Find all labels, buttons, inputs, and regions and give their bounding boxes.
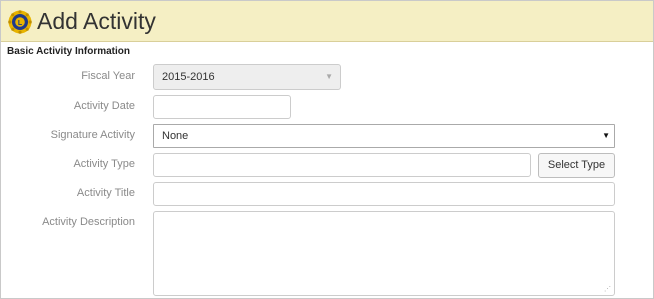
signature-activity-value: None xyxy=(162,130,189,142)
svg-text:L: L xyxy=(18,20,23,27)
activity-date-field[interactable] xyxy=(153,95,291,119)
activity-description-label: Activity Description xyxy=(42,216,135,228)
fiscal-year-select[interactable]: 2015-2016 ▼ xyxy=(153,64,341,90)
chevron-down-icon: ▼ xyxy=(602,131,610,140)
section-title: Basic Activity Information xyxy=(7,46,130,57)
activity-date-label: Activity Date xyxy=(73,100,135,112)
signature-activity-select[interactable]: None ▼ xyxy=(153,124,615,148)
select-type-button[interactable]: Select Type xyxy=(538,153,615,178)
lions-club-logo-icon: L xyxy=(8,10,32,34)
activity-title-field[interactable] xyxy=(153,182,615,206)
activity-type-label: Activity Type xyxy=(73,158,135,170)
activity-title-label: Activity Title xyxy=(76,187,135,199)
activity-description-textarea[interactable]: ⋰ xyxy=(153,211,615,296)
resize-handle-icon[interactable]: ⋰ xyxy=(604,285,611,293)
signature-activity-label: Signature Activity xyxy=(50,129,135,141)
chevron-down-icon: ▼ xyxy=(325,72,333,81)
page-title: Add Activity xyxy=(37,8,156,34)
activity-type-field[interactable] xyxy=(153,153,531,177)
add-activity-panel: L Add Activity Basic Activity Informatio… xyxy=(0,0,654,299)
fiscal-year-value: 2015-2016 xyxy=(162,71,215,83)
page-header: L Add Activity xyxy=(1,1,653,42)
fiscal-year-label: Fiscal Year xyxy=(81,70,135,82)
